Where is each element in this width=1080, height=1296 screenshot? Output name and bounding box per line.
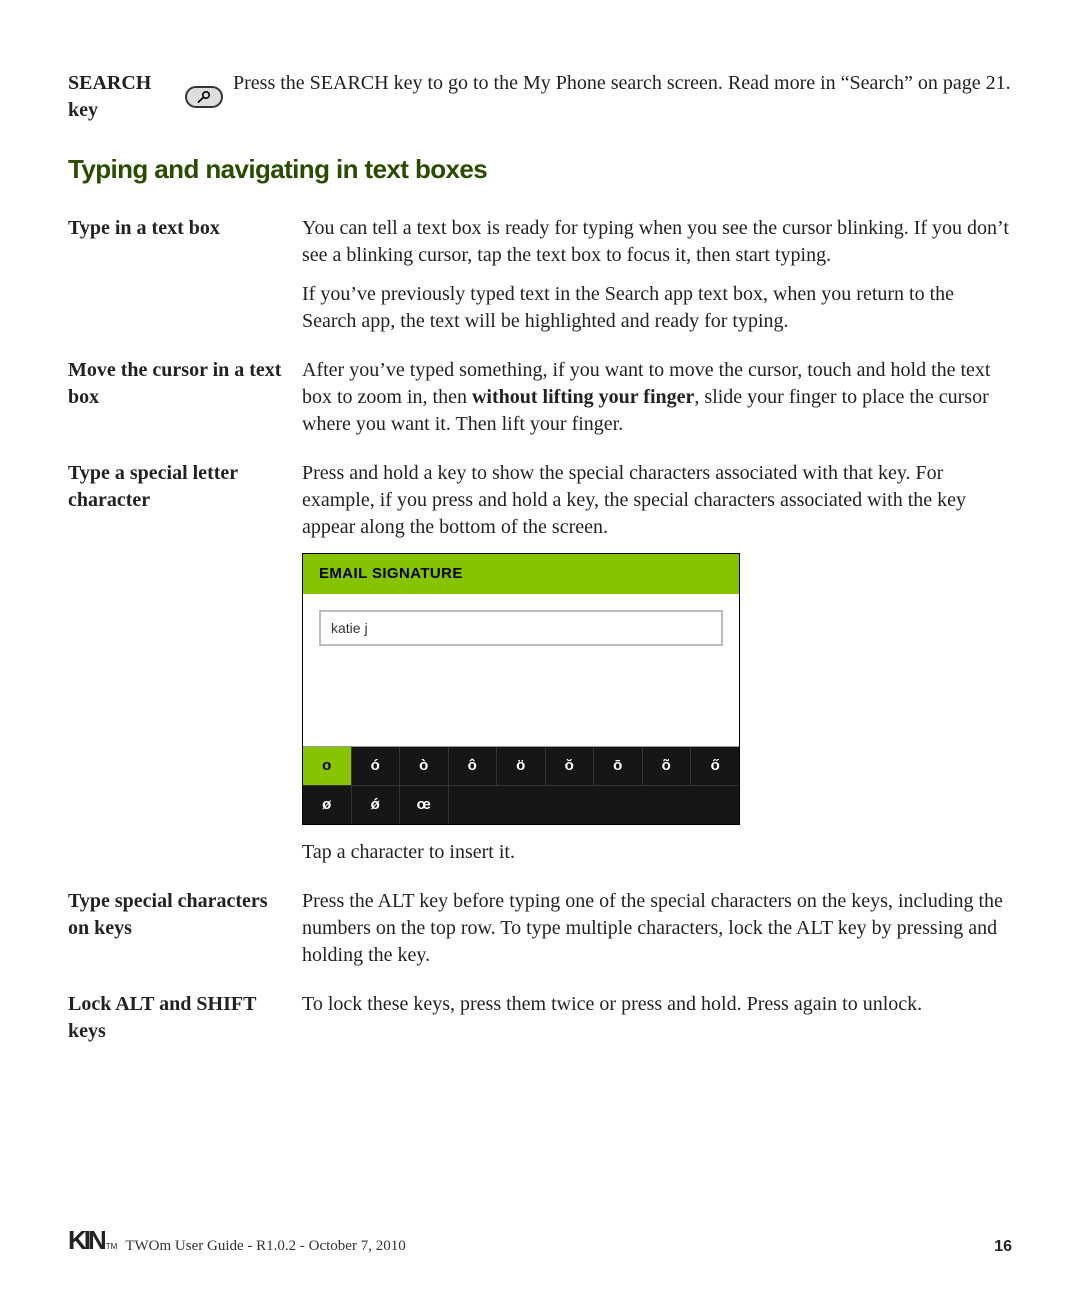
search-key-icon [185,86,223,108]
special-char-key[interactable]: ó [352,747,401,785]
special-char-key[interactable]: õ [643,747,692,785]
paragraph: To lock these keys, press them twice or … [302,991,1012,1018]
paragraph: After you’ve typed something, if you wan… [302,357,1012,438]
special-char-key[interactable]: ǿ [352,786,401,824]
phone-figure-header: EMAIL SIGNATURE [303,554,739,594]
key-row-2: ø ǿ œ [303,785,739,824]
special-char-key[interactable]: ø [303,786,352,824]
phone-figure-spacer [303,650,739,746]
def-special-letter: Type a special letter character Press an… [68,460,1012,866]
email-signature-input[interactable] [319,610,723,646]
def-term: Type in a text box [68,215,302,242]
def-type-in-textbox: Type in a text box You can tell a text b… [68,215,1012,335]
search-key-description: Press the SEARCH key to go to the My Pho… [233,70,1012,97]
def-term: Move the cursor in a text box [68,357,302,411]
def-special-on-keys: Type special characters on keys Press th… [68,888,1012,969]
special-char-key[interactable]: ö [497,747,546,785]
trademark-symbol: TM [106,1242,118,1251]
key-row-1: o ó ò ô ö ŏ ō õ ő [303,747,739,785]
def-lock-alt-shift: Lock ALT and SHIFT keys To lock these ke… [68,991,1012,1045]
def-body: You can tell a text box is ready for typ… [302,215,1012,335]
paragraph: Press the ALT key before typing one of t… [302,888,1012,969]
paragraph: If you’ve previously typed text in the S… [302,281,1012,335]
search-key-intro: SEARCH key Press the SEARCH key to go to… [68,70,1012,124]
special-char-key[interactable]: ò [400,747,449,785]
definitions: Type in a text box You can tell a text b… [68,215,1012,1045]
paragraph: Press and hold a key to show the special… [302,460,1012,541]
def-term: Lock ALT and SHIFT keys [68,991,302,1045]
paragraph: You can tell a text box is ready for typ… [302,215,1012,269]
phone-figure: EMAIL SIGNATURE o ó ò ô ö ŏ ō õ ő [302,553,740,825]
kin-logo: KINTM [68,1223,117,1258]
footer-left: KINTM TWOm User Guide - R1.0.2 - October… [68,1223,406,1258]
kin-logo-text: KIN [68,1223,104,1258]
def-body: Press and hold a key to show the special… [302,460,1012,866]
phone-figure-input-wrap [303,594,739,650]
special-char-key[interactable]: ô [449,747,498,785]
special-char-key[interactable]: ŏ [546,747,595,785]
special-char-key[interactable]: œ [400,786,449,824]
def-body: To lock these keys, press them twice or … [302,991,1012,1018]
page-number: 16 [994,1236,1012,1258]
phone-figure-keyboard: o ó ò ô ö ŏ ō õ ő ø ǿ œ [303,746,739,824]
search-key-label-group: SEARCH key [68,70,223,124]
search-key-label: SEARCH key [68,70,179,124]
paragraph: Tap a character to insert it. [302,839,1012,866]
special-char-key[interactable]: o [303,747,352,785]
special-char-key[interactable]: ő [691,747,740,785]
special-char-key[interactable]: ō [594,747,643,785]
def-term: Type special characters on keys [68,888,302,942]
key-row-filler [449,786,740,824]
def-body: After you’ve typed something, if you wan… [302,357,1012,438]
section-heading: Typing and navigating in text boxes [68,152,1012,187]
footer-text: TWOm User Guide - R1.0.2 - October 7, 20… [125,1236,405,1258]
def-move-cursor: Move the cursor in a text box After you’… [68,357,1012,438]
page-footer: KINTM TWOm User Guide - R1.0.2 - October… [68,1223,1012,1258]
text-strong: without lifting your finger [472,386,694,408]
def-body: Press the ALT key before typing one of t… [302,888,1012,969]
def-term: Type a special letter character [68,460,302,514]
